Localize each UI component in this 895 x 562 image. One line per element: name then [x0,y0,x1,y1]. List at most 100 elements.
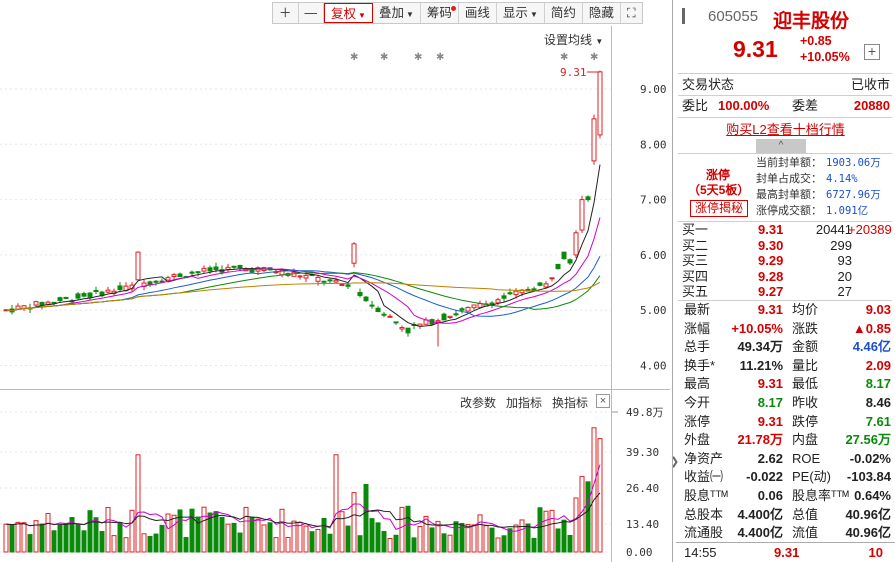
bid-row: 买一 9.31 20441 +20389 [682,222,894,238]
candle-body [201,267,207,272]
stat-label: 均价 [792,302,819,317]
stat-label: 今开 [684,395,711,410]
volume-bar [363,484,369,553]
volume-bar [345,525,351,553]
volume-bar [3,523,9,553]
volume-bar [279,508,285,553]
candle-body [135,251,141,281]
candle-body [471,304,477,309]
candle-body [435,320,441,323]
kline-chart-panel[interactable]: ＋ — 复权 ▼ 叠加 ▼ 筹码 画线 显示 ▼ 简约 隐藏 ⛶ 设置均线 ▼ 9.0… [0,0,670,562]
limit-up-days: （5天5板） [688,183,750,197]
candle-body [81,293,87,297]
stat-value: 49.34万 [737,339,783,355]
candle-body [213,266,219,270]
volume-bar [87,510,93,553]
stat-label: 最高 [684,376,711,392]
price-tick-label: 5.00 [640,304,667,317]
candle-body [375,307,381,313]
event-marker-icon: ✱ [436,52,444,63]
candle-body [303,274,309,279]
stat-value: -0.02% [849,450,891,466]
stat-value: 2.09 [865,357,891,373]
candle-body [441,313,447,321]
candle-body [513,290,519,296]
kline-svg[interactable]: 9.00 8.00 7.00 6.00 5.00 4.00 49.8万 39.30 26.40 1… [0,0,670,562]
volume-bar [231,522,237,553]
volume-bar [495,537,501,553]
candle-body [195,271,201,274]
close-icon[interactable]: × [596,394,610,408]
candle-body [387,315,393,318]
price-tick-label: 9.00 [640,83,667,96]
stat-value: 27.56万 [845,432,891,448]
volume-bar [429,527,435,553]
stat-value: 9.03 [865,302,891,317]
volume-bar [159,524,165,553]
candle-body [153,280,159,283]
stat-label: 总股本 [684,506,724,522]
menu-handle-icon[interactable] [682,8,694,24]
volume-bar [225,523,231,553]
stat-label: 股息率ᵀᵀᴹ [792,488,849,503]
quote-panel: 605055 迎丰股份 9.31 +0.85 +10.05% + 交易状态 已收… [676,0,895,562]
volume-bar [153,533,159,553]
candle-body [495,299,501,304]
tick-volume: 10 [868,545,883,560]
volume-bar [507,528,513,553]
candle-body [501,295,507,299]
volume-bar [501,535,507,553]
bid-volume: 27 [837,284,852,299]
volume-bar [213,511,219,553]
stat-value: ▲0.85 [852,320,891,336]
candle-body [447,315,453,319]
stat-row: 净资产 2.62 ROE -0.02% [676,450,895,468]
change-value: +0.85 [800,34,832,48]
candle-body [597,71,603,136]
volume-bar [561,519,567,553]
add-watchlist-button[interactable]: + [864,44,880,60]
volume-bar [327,533,333,553]
volume-bar [99,531,105,553]
volume-bar [357,535,363,553]
stat-row: 收益㈠ -0.022 PE(动) -103.84 [676,468,895,486]
bid-label: 买三 [682,253,709,268]
stat-row: 总手 49.34万 金额 4.46亿 [676,338,895,356]
bid-volume: 20441 [815,222,852,237]
seal-value: 4.14% [826,173,858,185]
candle-body [87,292,93,298]
switch-indicator-button[interactable]: 换指标 [552,394,588,411]
candle-body [33,301,39,306]
bid-row: 买三 9.29 93 [682,253,894,269]
stat-row: 涨幅 +10.05% 涨跌 ▲0.85 [676,320,895,338]
stat-value: 9.31 [757,413,783,429]
volume-bar [315,529,321,553]
volume-bar [81,530,87,553]
volume-bar [375,522,381,553]
candle-body [75,293,81,299]
volume-bar [567,534,573,553]
candle-body [561,251,567,260]
collapse-tab-icon[interactable]: ^ [756,139,806,153]
volume-bar [27,534,33,553]
stat-label: ROE [792,450,821,466]
volume-bar [483,525,489,553]
volume-bar [369,518,375,553]
edit-params-button[interactable]: 改参数 [460,394,496,411]
quote-header: 605055 迎丰股份 [676,0,895,36]
add-indicator-button[interactable]: 加指标 [506,394,542,411]
candle-body [333,279,339,283]
buy-l2-link[interactable]: 购买L2查看十档行情 [676,119,895,138]
volume-bar [243,506,249,553]
limit-up-reveal-button[interactable]: 涨停揭秘 [690,200,748,217]
candle-body [543,283,549,288]
stat-value: -103.84 [846,469,891,485]
candle-body [381,313,387,316]
stat-label: 涨停 [684,413,711,429]
stat-row: 最高 9.31 最低 8.17 [676,375,895,393]
candle-body [207,267,213,272]
stat-label: 金额 [792,339,819,355]
volume-bar [339,511,345,553]
panel-divider[interactable] [672,0,673,562]
volume-separator [0,389,670,390]
